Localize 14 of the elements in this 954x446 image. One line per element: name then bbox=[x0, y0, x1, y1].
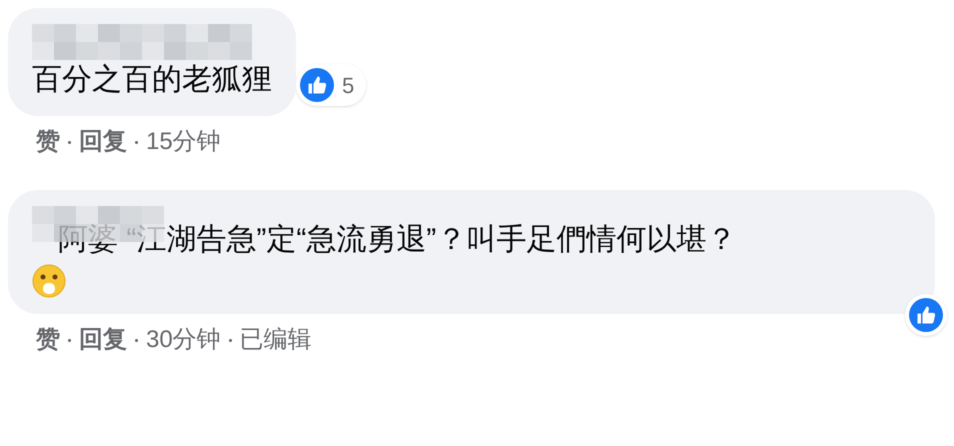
comment-text: 百分之百的老狐狸 bbox=[32, 62, 272, 98]
timestamp: 15分钟 bbox=[146, 127, 221, 157]
action-link[interactable]: 回复 bbox=[79, 124, 127, 160]
like-icon bbox=[300, 68, 334, 102]
edited-label: 已编辑 bbox=[240, 325, 312, 355]
comment-text: 阿婆 “江湖告急”定“急流勇退”？叫手足們情何以堪？ bbox=[58, 222, 736, 258]
action-link[interactable]: 赞 bbox=[36, 124, 60, 160]
reaction-pill[interactable]: 5 bbox=[296, 64, 366, 106]
reaction-pill[interactable] bbox=[905, 294, 947, 336]
reaction-count: 5 bbox=[342, 72, 354, 100]
timestamp: 30分钟 bbox=[146, 325, 221, 355]
action-link[interactable]: 回复 bbox=[79, 322, 127, 358]
action-link[interactable]: 赞 bbox=[36, 322, 60, 358]
like-icon bbox=[909, 298, 943, 332]
